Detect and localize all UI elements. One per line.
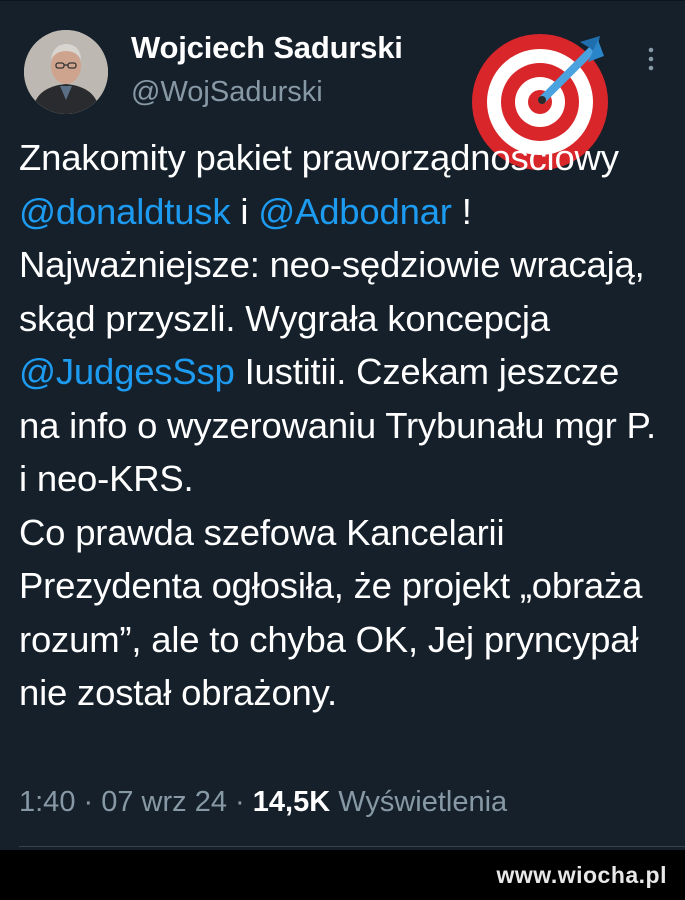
views-count: 14,5K — [252, 786, 331, 818]
more-vertical-icon[interactable] — [645, 46, 657, 72]
meta-divider — [19, 846, 685, 847]
watermark: www.wiocha.pl — [496, 862, 667, 888]
meta-separator: · — [75, 786, 102, 818]
tweet-meta: 1:40 · 07 wrz 24 · 14,5K Wyświetlenia — [19, 786, 507, 819]
footer-bar: www.wiocha.pl — [0, 850, 685, 900]
tweet-text: Znakomity pakiet praworządnościowy @dona… — [19, 131, 669, 720]
tweet-text-part: Znakomity pakiet praworządnościowy — [19, 137, 619, 178]
meta-separator: · — [226, 786, 253, 818]
tweet-text-part: i — [230, 190, 259, 232]
tweet-date[interactable]: 07 wrz 24 — [101, 786, 227, 818]
top-divider — [0, 0, 685, 1]
mention-link[interactable]: @JudgesSsp — [19, 351, 235, 392]
mention-link[interactable]: @Adbodnar — [258, 191, 452, 232]
author-name[interactable]: Wojciech Sadurski — [131, 30, 403, 66]
avatar-photo — [24, 30, 108, 114]
author-handle[interactable]: @WojSadurski — [131, 76, 323, 109]
tweet-text-part: Co prawda szefowa Kancelarii Prezydenta … — [19, 511, 643, 714]
avatar[interactable] — [24, 30, 108, 114]
mention-link[interactable]: @donaldtusk — [19, 191, 231, 232]
views-label: Wyświetlenia — [330, 786, 508, 818]
tweet-time[interactable]: 1:40 — [19, 786, 75, 818]
